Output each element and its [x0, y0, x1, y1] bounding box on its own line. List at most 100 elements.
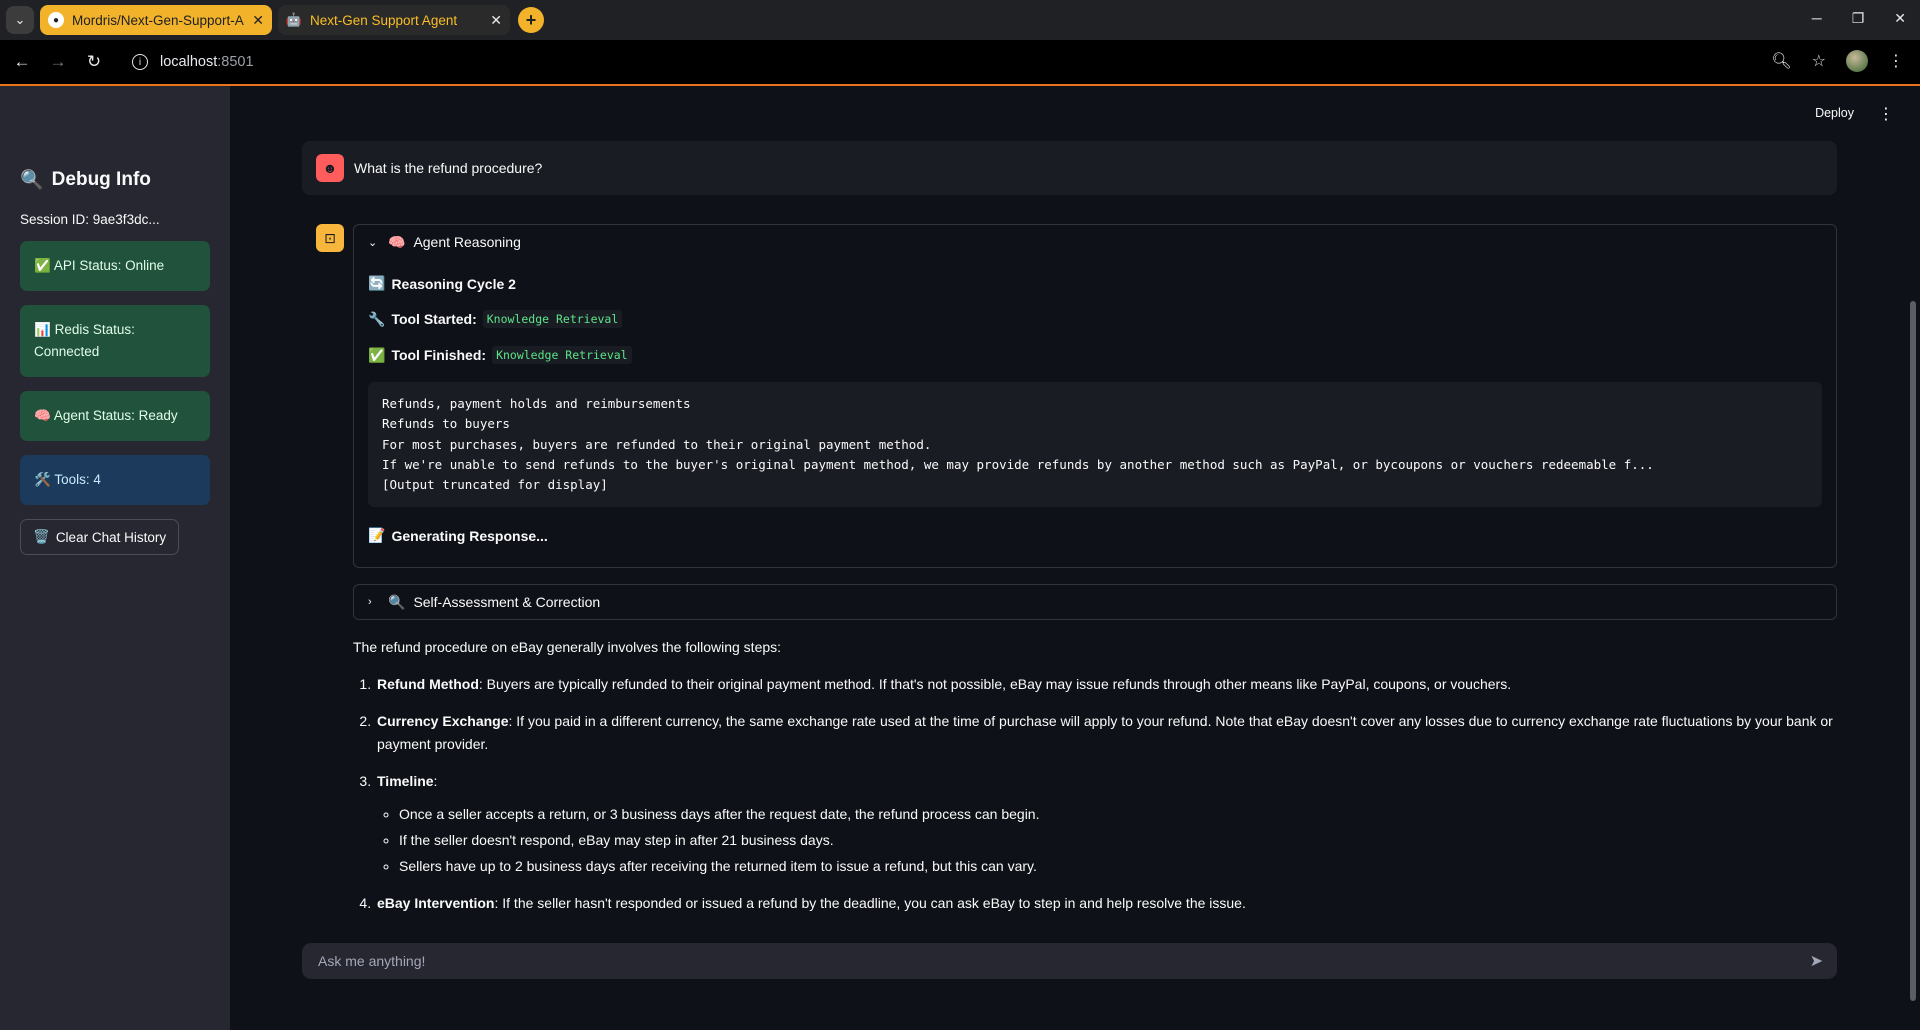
url-text[interactable]: localhost:8501	[160, 54, 254, 70]
chat-input[interactable]	[316, 952, 1810, 970]
brain-icon: 🧠	[34, 408, 51, 423]
minimize-icon[interactable]: ─	[1812, 10, 1822, 27]
user-avatar-icon: ☻	[316, 154, 344, 182]
output-line: Refunds, payment holds and reimbursement…	[382, 396, 691, 411]
list-item: eBay Intervention: If the seller hasn't …	[375, 892, 1837, 915]
list-item: Refund Method: Buyers are typically refu…	[375, 673, 1837, 696]
window-controls: ─ ❐ ✕	[1812, 10, 1906, 27]
timeline-sublist: Once a seller accepts a return, or 3 bus…	[377, 803, 1837, 878]
clear-chat-history-label: Clear Chat History	[55, 529, 167, 545]
clear-chat-history-button[interactable]: 🗑️ Clear Chat History	[20, 519, 180, 555]
browser-tab-github[interactable]: ● Mordris/Next-Gen-Support-A ✕	[40, 5, 272, 35]
step-text: : Buyers are typically refunded to their…	[478, 676, 1512, 692]
check-icon: ✅	[368, 346, 386, 363]
restore-icon[interactable]: ❐	[1852, 10, 1865, 27]
close-icon[interactable]: ✕	[252, 12, 264, 29]
chart-icon: 📊	[34, 322, 51, 337]
url-port: :8501	[217, 54, 254, 70]
step-title: Refund Method	[377, 676, 479, 692]
memo-icon: 📝	[368, 527, 386, 544]
browser-menu-icon[interactable]: ⋮	[1888, 51, 1904, 71]
output-line: For most purchases, buyers are refunded …	[382, 436, 932, 452]
user-message: ☻ What is the refund procedure?	[302, 141, 1837, 195]
sidebar-title: 🔍 Debug Info	[20, 168, 210, 192]
magnifier-icon: 🔍	[388, 593, 406, 610]
agent-reasoning-expander: ⌄ 🧠 Agent Reasoning 🔄 Reasoning Cycle 2 …	[353, 224, 1837, 568]
self-assessment-expander[interactable]: › 🔍 Self-Assessment & Correction	[353, 584, 1837, 620]
forward-arrow-icon[interactable]: →	[40, 52, 76, 72]
tab-search-chevron-icon[interactable]: ⌄	[6, 6, 34, 34]
url-host: localhost	[160, 54, 218, 70]
wrench-icon: 🔧	[368, 310, 386, 327]
close-icon[interactable]: ✕	[490, 12, 502, 29]
assistant-avatar-icon: ⊡	[316, 224, 344, 252]
tab-title: Next-Gen Support Agent	[310, 12, 458, 28]
robot-icon: 🤖	[285, 12, 303, 27]
app-menu-icon[interactable]: ⋮	[1878, 104, 1894, 124]
trash-icon: 🗑️	[33, 529, 50, 544]
list-item: Once a seller accepts a return, or 3 bus…	[399, 803, 1837, 826]
new-tab-button[interactable]: +	[518, 7, 544, 33]
step-title: eBay Intervention	[377, 895, 495, 911]
github-icon: ●	[48, 12, 64, 28]
address-bar: ← → ↻ i localhost:8501 🔍︎ ☆ ⋮	[0, 40, 1920, 86]
list-item: If the seller doesn't respond, eBay may …	[399, 829, 1837, 852]
scrollbar[interactable]	[1908, 206, 1916, 1001]
tab-title: Mordris/Next-Gen-Support-A	[72, 12, 244, 28]
chevron-down-icon: ⌄	[368, 236, 378, 249]
browser-tab-bar: ⌄ ● Mordris/Next-Gen-Support-A ✕ 🤖 Next-…	[0, 0, 1920, 40]
step-title: Timeline	[377, 773, 434, 789]
tool-finished-label: Tool Finished:	[391, 347, 487, 363]
redis-status-box: 📊 Redis Status: Connected	[20, 305, 210, 377]
generating-response-line: 📝 Generating Response...	[368, 527, 1822, 544]
list-item: Timeline: Once a seller accepts a return…	[375, 770, 1837, 878]
tools-icon: 🛠️	[34, 472, 51, 487]
output-line: [Output truncated for display]	[382, 477, 608, 493]
send-icon[interactable]: ➤	[1810, 951, 1823, 971]
bookmark-star-icon[interactable]: ☆	[1812, 51, 1826, 71]
check-icon: ✅	[34, 258, 51, 273]
scrollbar-thumb[interactable]	[1910, 301, 1916, 1001]
agent-status-box: 🧠 Agent Status: Ready	[20, 391, 210, 441]
generating-response-text: Generating Response...	[391, 527, 548, 544]
step-title: Currency Exchange	[377, 713, 509, 729]
tool-started-name: Knowledge Retrieval	[482, 310, 623, 328]
main-content: Deploy ⋮ ☻ What is the refund procedure?…	[230, 86, 1920, 1030]
tools-status-text: Tools: 4	[54, 472, 101, 487]
sidebar: 🔍 Debug Info Session ID: 9ae3f3dc... ✅ A…	[0, 86, 230, 1030]
deploy-button[interactable]: Deploy	[1815, 106, 1854, 120]
reasoning-cycle: 🔄 Reasoning Cycle 2	[368, 275, 1822, 292]
agent-status-text: Agent Status: Ready	[53, 408, 178, 423]
agent-reasoning-title: Agent Reasoning	[413, 234, 521, 250]
chevron-right-icon: ›	[368, 596, 372, 608]
tool-finished-line: ✅ Tool Finished: Knowledge Retrieval	[368, 346, 1822, 364]
list-item: Sellers have up to 2 business days after…	[399, 855, 1837, 878]
browser-tab-support-agent[interactable]: 🤖 Next-Gen Support Agent ✕	[278, 5, 510, 35]
chat-input-bar: ➤	[302, 943, 1837, 979]
self-assessment-header[interactable]: › 🔍 Self-Assessment & Correction	[354, 585, 1836, 619]
back-arrow-icon[interactable]: ←	[4, 52, 40, 72]
answer-steps-list: Refund Method: Buyers are typically refu…	[353, 673, 1837, 915]
step-text: : If the seller hasn't responded or issu…	[494, 895, 1246, 911]
agent-reasoning-body: 🔄 Reasoning Cycle 2 🔧 Tool Started: Know…	[354, 259, 1836, 552]
self-assessment-title: Self-Assessment & Correction	[413, 594, 601, 610]
agent-reasoning-header[interactable]: ⌄ 🧠 Agent Reasoning	[354, 225, 1836, 259]
step-text: : If you paid in a different currency, t…	[377, 713, 1833, 752]
magnifier-icon: 🔍	[20, 170, 44, 191]
brain-icon: 🧠	[388, 233, 406, 250]
tool-started-line: 🔧 Tool Started: Knowledge Retrieval	[368, 310, 1822, 328]
reasoning-cycle-text: Reasoning Cycle 2	[391, 275, 516, 292]
cycle-arrows-icon: 🔄	[368, 275, 386, 291]
api-status-box: ✅ API Status: Online	[20, 241, 210, 291]
profile-avatar[interactable]	[1846, 50, 1868, 72]
tool-finished-name: Knowledge Retrieval	[492, 346, 632, 364]
close-window-icon[interactable]: ✕	[1894, 10, 1906, 27]
reload-icon[interactable]: ↻	[76, 52, 112, 72]
api-status-text: API Status: Online	[53, 258, 165, 273]
step-text: :	[433, 773, 438, 789]
sidebar-title-text: Debug Info	[51, 169, 151, 190]
output-line: If we're unable to send refunds to the b…	[382, 456, 1654, 472]
site-info-icon[interactable]: i	[132, 54, 148, 70]
zoom-icon[interactable]: 🔍︎	[1771, 51, 1791, 71]
tools-status-box: 🛠️ Tools: 4	[20, 455, 210, 505]
